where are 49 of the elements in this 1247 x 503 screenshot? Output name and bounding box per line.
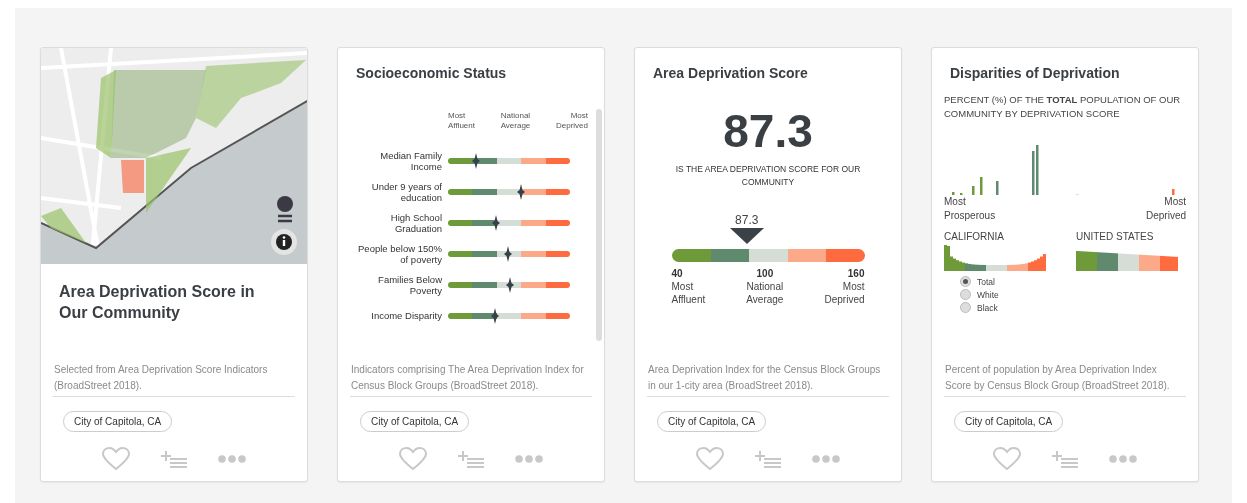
indicator-label: Income Disparity [370,310,442,321]
indicator-label: People below 150% of poverty [357,242,442,265]
option-label: Black [977,302,998,313]
marker-label: 87.3 [735,213,759,227]
heart-icon[interactable] [993,447,1021,471]
add-to-list-icon[interactable] [1051,449,1079,469]
radio-button[interactable] [960,289,971,300]
heart-icon[interactable] [696,447,724,471]
add-to-list-icon[interactable] [457,449,485,469]
scrollbar[interactable] [596,109,602,341]
scale-label: Most Affluent [448,111,475,131]
indicator-label: High School Graduation [389,211,442,234]
indicator-label: Families Below Poverty [377,273,442,296]
scale-tick-label: 100 National Average [746,267,784,306]
layers-icon[interactable] [276,196,294,224]
scale-tick-label: 160 Most Deprived [824,267,865,306]
scale-label: National Average [500,111,531,131]
axis-label: Most Deprived [1146,195,1186,223]
option-label: Total [977,276,995,287]
score-value: 87.3 [722,105,814,157]
heart-icon[interactable] [102,447,130,471]
card-title: Area Deprivation Score in Our Community [58,282,256,323]
indicator-label: Under 9 years of education [370,180,442,203]
scale-label: Most Deprived [556,111,588,131]
source-note: Selected from Area Deprivation Score Indicators (BroadStreet 2018). [53,363,269,393]
add-to-list-icon[interactable] [754,449,782,469]
radio-button[interactable] [960,302,971,313]
scale-tick-label: 40 Most Affluent [671,267,706,306]
axis-label: Most Prosperous [944,195,996,223]
chart-subtitle: PERCENT (%) OF THE TOTAL POPULATION OF OUR COMMUNITY BY DEPRIVATION SCORE [944,93,1182,121]
region-label: CALIFORNIA [944,231,1005,242]
more-icon[interactable] [218,455,246,463]
indicator-label: Median Family Income [379,149,442,172]
region-label: UNITED STATES [1076,231,1155,242]
info-icon[interactable] [270,228,298,256]
more-icon[interactable] [515,455,543,463]
radio-button[interactable] [960,276,971,287]
add-to-list-icon[interactable] [160,449,188,469]
source-note: Indicators comprising The Area Deprivation Index for Census Block Groups (BroadStreet 2018). [350,363,585,393]
source-note: Percent of population by Area Deprivation Index Score by Census Block Group (BroadStreet 2018). [944,363,1171,393]
card-title: Socioeconomic Status [355,64,508,81]
heart-icon[interactable] [399,447,427,471]
score-caption: IS THE AREA DEPRIVATION SCORE FOR OUR COMMUNITY [674,163,862,189]
card-title: Area Deprivation Score [652,64,809,81]
more-icon[interactable] [812,455,840,463]
more-icon[interactable] [1109,455,1137,463]
source-note: Area Deprivation Index for the Census Block Groups in our 1-city area (BroadStreet 2018). [647,363,882,393]
card-title: Disparities of Deprivation [949,64,1121,81]
option-label: White [977,289,999,300]
